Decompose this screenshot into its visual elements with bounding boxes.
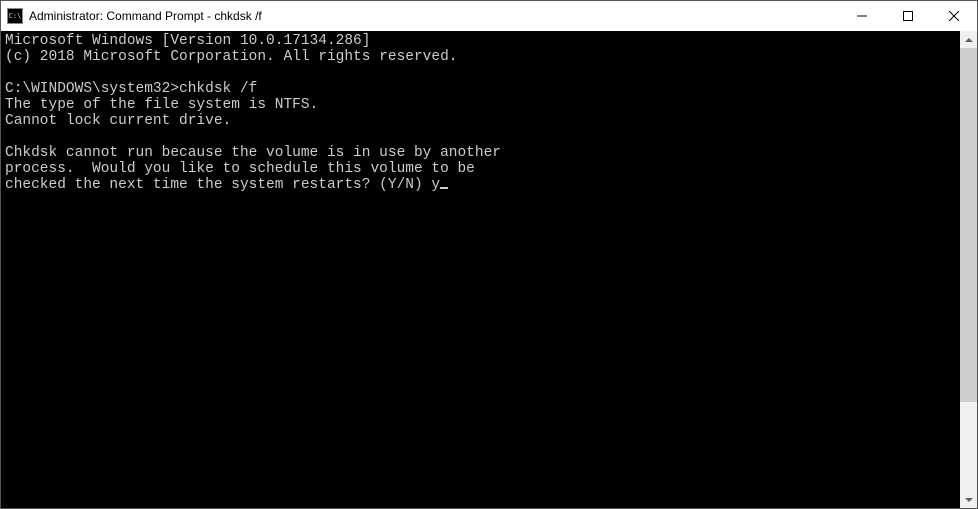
terminal-line: Chkdsk cannot run because the volume is … [5,145,501,161]
terminal-line: (c) 2018 Microsoft Corporation. All righ… [5,49,457,65]
window-controls [839,1,977,31]
scroll-thumb[interactable] [960,48,977,402]
chevron-up-icon [965,38,973,42]
command-prompt-window: C:\ Administrator: Command Prompt - chkd… [0,0,978,509]
vertical-scrollbar[interactable] [960,31,977,508]
close-button[interactable] [931,1,977,31]
minimize-button[interactable] [839,1,885,31]
terminal-line: Microsoft Windows [Version 10.0.17134.28… [5,33,370,49]
chevron-down-icon [965,498,973,502]
maximize-button[interactable] [885,1,931,31]
app-icon: C:\ [7,8,23,24]
scroll-up-button[interactable] [960,31,977,48]
terminal-line: Cannot lock current drive. [5,113,231,129]
scroll-down-button[interactable] [960,491,977,508]
app-icon-label: C:\ [9,13,22,20]
terminal-line: process. Would you like to schedule this… [5,161,475,177]
terminal-prompt-line: C:\WINDOWS\system32>chkdsk /f [5,81,257,97]
window-title: Administrator: Command Prompt - chkdsk /… [29,9,839,23]
terminal-output[interactable]: Microsoft Windows [Version 10.0.17134.28… [1,31,960,508]
minimize-icon [857,11,867,21]
terminal-line: The type of the file system is NTFS. [5,97,318,113]
cursor [440,187,448,189]
maximize-icon [903,11,913,21]
titlebar[interactable]: C:\ Administrator: Command Prompt - chkd… [1,1,977,31]
close-icon [949,11,959,21]
terminal-line: checked the next time the system restart… [5,177,440,193]
scroll-track[interactable] [960,48,977,491]
content-area: Microsoft Windows [Version 10.0.17134.28… [1,31,977,508]
